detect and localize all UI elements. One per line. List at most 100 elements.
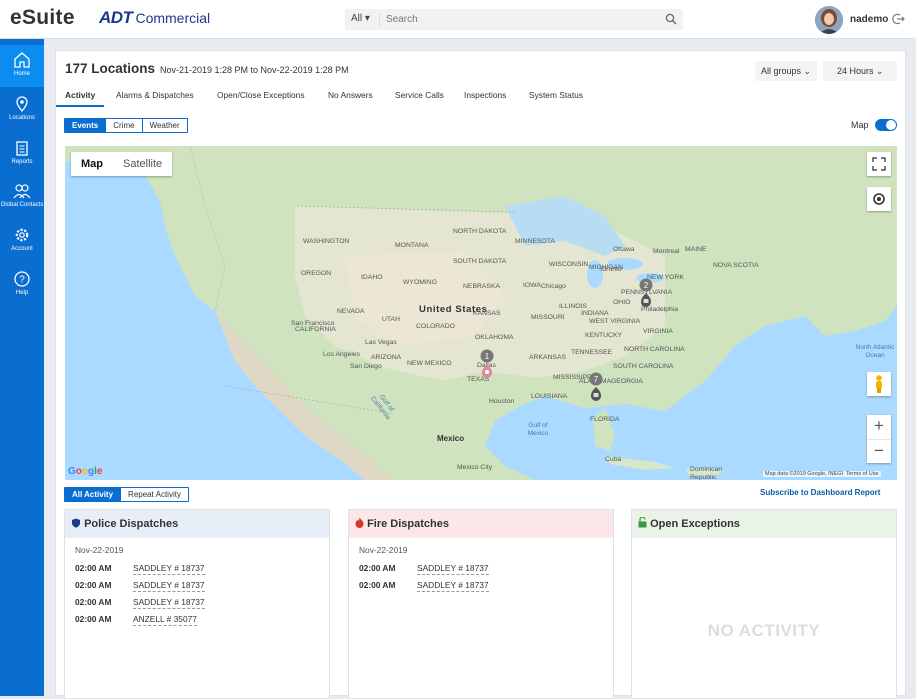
map-label: NEVADA — [337, 308, 365, 315]
activity-filter-group: All Activity Repeat Activity — [64, 487, 189, 502]
map-label: Ottawa — [613, 246, 635, 253]
sidebar-item-label: Global Contacts — [0, 202, 44, 208]
tab-inspections[interactable]: Inspections — [464, 89, 506, 107]
map-cluster-marker[interactable]: 1 — [480, 349, 500, 386]
panel-title: Police Dispatches — [84, 518, 179, 530]
map-label: MINNESOTA — [515, 238, 555, 245]
map-label: FLORIDA — [590, 416, 620, 423]
tab-alarms-dispatches[interactable]: Alarms & Dispatches — [116, 89, 194, 107]
map-label: WYOMING — [403, 279, 437, 286]
map-cluster-marker[interactable]: 7 — [589, 372, 609, 409]
sidebar-item-label: Home — [13, 71, 30, 77]
map-label: VIRGINIA — [643, 328, 673, 335]
map-label: NOVA SCOTIA — [713, 262, 759, 269]
sidebar-item-account[interactable]: Account — [0, 220, 44, 262]
location-pin-icon — [16, 96, 28, 113]
tab-no-answers[interactable]: No Answers — [328, 89, 373, 107]
brand-name: ADT — [99, 8, 133, 27]
fullscreen-icon[interactable] — [867, 152, 891, 176]
location-link[interactable]: SADDLEY # 18737 — [417, 580, 489, 592]
clipboard-icon — [16, 141, 28, 156]
filter-repeat-activity[interactable]: Repeat Activity — [121, 488, 188, 501]
app-logo[interactable]: eSuite — [10, 6, 75, 30]
map-label: IDAHO — [361, 274, 383, 281]
svg-text:?: ? — [19, 275, 25, 286]
filter-weather[interactable]: Weather — [142, 119, 187, 132]
zoom-in-button[interactable]: + — [867, 415, 891, 439]
map-label: OHIO — [613, 299, 631, 306]
sidebar: Home Locations Reports Global Contacts A… — [0, 39, 44, 696]
filter-all-activity[interactable]: All Activity — [65, 488, 122, 501]
help-icon: ? — [14, 271, 30, 287]
location-link[interactable]: SADDLEY # 18737 — [133, 597, 205, 609]
filter-events[interactable]: Events — [65, 119, 107, 132]
fire-dispatches-panel: Fire Dispatches Nov-22-2019 02:00 AM SADD… — [348, 509, 614, 699]
sidebar-item-locations[interactable]: Locations — [0, 89, 44, 131]
map-label: SOUTH CAROLINA — [613, 363, 674, 370]
sidebar-item-global-contacts[interactable]: Global Contacts — [0, 176, 44, 218]
avatar[interactable] — [815, 6, 843, 34]
flame-icon — [355, 517, 364, 528]
cluster-count: 1 — [485, 352, 490, 361]
tab-system-status[interactable]: System Status — [529, 89, 583, 107]
map-label: LOUISIANA — [531, 393, 568, 400]
map-type-satellite[interactable]: Satellite — [113, 152, 172, 176]
street-view-icon[interactable] — [867, 372, 891, 396]
filter-crime[interactable]: Crime — [106, 119, 143, 132]
map-label: OKLAHOMA — [475, 334, 514, 341]
map-label: MAINE — [685, 246, 707, 253]
location-link[interactable]: SADDLEY # 18737 — [133, 580, 205, 592]
locate-icon[interactable] — [867, 187, 891, 211]
panel-date: Nov-22-2019 — [75, 545, 124, 555]
tab-open-close-exceptions[interactable]: Open/Close Exceptions — [217, 89, 305, 107]
terms-link[interactable]: Terms of Use — [846, 471, 878, 477]
cluster-count: 2 — [644, 281, 649, 290]
tab-activity[interactable]: Activity — [56, 89, 105, 107]
google-logo: Google — [68, 466, 103, 477]
groups-dropdown[interactable]: All groups ⌄ — [755, 61, 818, 81]
search-input[interactable]: Search — [379, 14, 418, 26]
location-link[interactable]: SADDLEY # 18737 — [417, 563, 489, 575]
map-cluster-marker[interactable]: 2 — [639, 278, 659, 315]
map-label: NORTH CAROLINA — [624, 346, 685, 353]
home-icon — [14, 52, 30, 68]
logout-icon[interactable] — [892, 12, 906, 31]
location-link[interactable]: ANZELL # 35077 — [133, 614, 197, 626]
sidebar-item-home[interactable]: Home — [0, 45, 44, 87]
map-label: NEW MEXICO — [407, 360, 452, 367]
sidebar-item-label: Reports — [11, 159, 33, 165]
period-dropdown[interactable]: 24 Hours ⌄ — [823, 61, 897, 81]
tab-service-calls[interactable]: Service Calls — [395, 89, 444, 107]
map-label: Mexico City — [457, 464, 493, 471]
map-label: KENTUCKY — [585, 332, 623, 339]
panel-date: Nov-22-2019 — [359, 545, 408, 555]
map-view[interactable]: Map Satellite + − WASHINGTON OREGON IDAH… — [65, 146, 897, 480]
username[interactable]: nademo — [850, 14, 888, 25]
map-label: ARIZONA — [371, 354, 402, 361]
location-link[interactable]: SADDLEY # 18737 — [133, 563, 205, 575]
panel-title: Open Exceptions — [650, 518, 740, 530]
map-attribution: Map data ©2019 Google, INEGI Terms of Us… — [763, 471, 881, 477]
zoom-out-button[interactable]: − — [867, 439, 891, 463]
brand-logo: ADT Commercial — [99, 8, 210, 28]
map-label: TENNESSEE — [571, 349, 613, 356]
map-label: Gulf of Mexico — [527, 422, 549, 437]
search-icon[interactable] — [665, 12, 677, 30]
open-exceptions-panel: Open Exceptions NO ACTIVITY — [631, 509, 897, 699]
country-label: Mexico — [437, 434, 465, 443]
cluster-count: 7 — [594, 375, 599, 384]
map-label: UTAH — [382, 316, 400, 323]
list-item: 02:00 AM ANZELL # 35077 — [75, 614, 197, 626]
search-scope-dropdown[interactable]: All ▾ — [351, 13, 370, 24]
map-type-map[interactable]: Map — [71, 152, 113, 176]
top-bar: eSuite ADT Commercial All ▾ Search nademo — [0, 0, 916, 39]
main-content: 177 Locations Nov-21-2019 1:28 PM to Nov… — [55, 50, 906, 699]
date-range: Nov-21-2019 1:28 PM to Nov-22-2019 1:28 … — [160, 65, 349, 75]
map-label: Las Vegas — [365, 339, 397, 346]
sidebar-item-reports[interactable]: Reports — [0, 133, 44, 175]
map-toggle[interactable] — [875, 119, 897, 131]
sidebar-item-help[interactable]: ? Help — [0, 264, 44, 306]
subscribe-link[interactable]: Subscribe to Dashboard Report — [760, 488, 880, 497]
list-item: 02:00 AM SADDLEY # 18737 — [359, 580, 489, 592]
map-label: NEBRASKA — [463, 283, 501, 290]
